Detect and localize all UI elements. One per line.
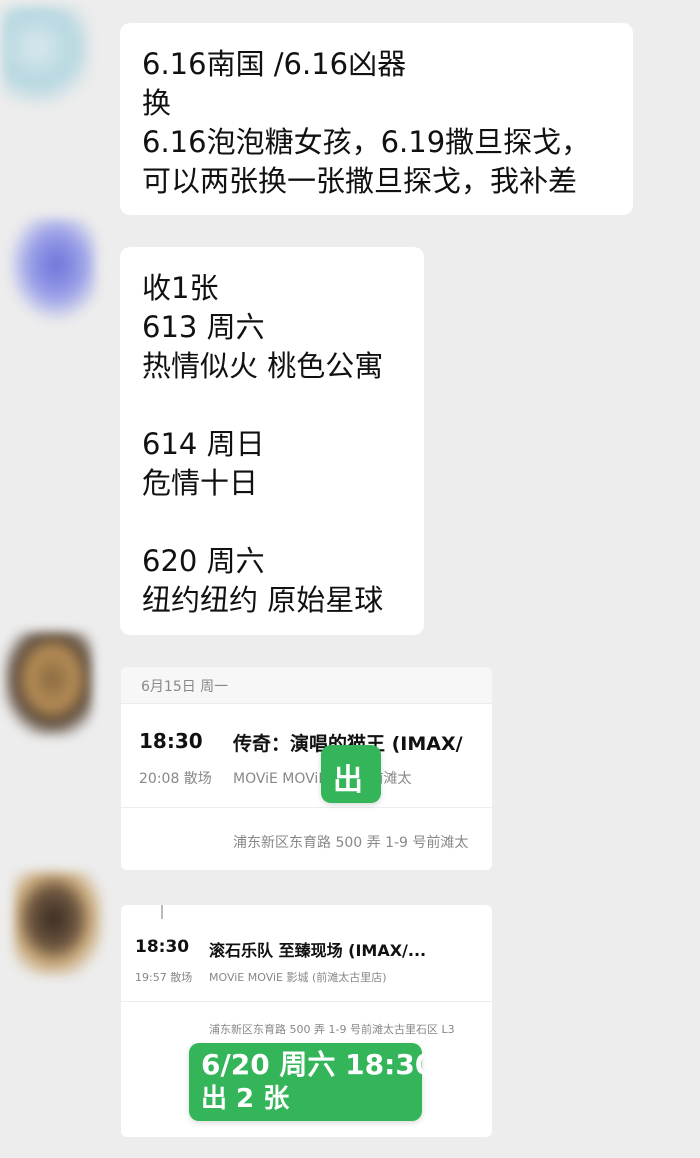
sell-tag-datetime: 6/20 周六 18:30 — [201, 1048, 435, 1081]
ticket-time: 18:30 — [135, 937, 190, 957]
avatar[interactable] — [8, 218, 96, 322]
avatar[interactable] — [4, 632, 92, 736]
ticket-cinema: MOViE MOViE 影城 (前滩太古里店) — [209, 971, 387, 984]
divider — [121, 1001, 492, 1002]
ticket-address: 浦东新区东育路 500 弄 1-9 号前滩太古里石区 L3 — [209, 1023, 455, 1036]
ticket-date-header: 6月15日 周一 — [121, 667, 492, 704]
avatar[interactable] — [2, 6, 90, 110]
ticket-time: 18:30 — [139, 729, 203, 753]
avatar[interactable] — [14, 872, 102, 976]
sell-tag-text: 出 — [333, 763, 363, 798]
message-text: 收1张 613 周六 热情似火 桃色公寓 614 周日 危情十日 620 周六 … — [142, 271, 384, 617]
message-bubble[interactable]: 6.16南国 /6.16凶器 换 6.16泡泡糖女孩，6.19撒旦探戈， 可以两… — [120, 23, 633, 215]
ticket-end-time: 20:08 散场 — [139, 771, 212, 787]
image-message-ticket[interactable]: 6月15日 周一 18:30 传奇：演唱的猫王 (IMAX/ 20:08 散场 … — [121, 667, 492, 870]
sell-tag: 6/20 周六 18:30 出 2 张 — [189, 1043, 434, 1121]
ticket-address: 浦东新区东育路 500 弄 1-9 号前滩太 — [233, 835, 469, 851]
ticket-end-time: 19:57 散场 — [135, 971, 193, 984]
divider — [121, 807, 492, 808]
sell-tag: 出 — [321, 745, 381, 803]
ticket-movie-title: 滚石乐队 至臻现场 (IMAX/... — [209, 941, 427, 960]
sell-tag-quantity: 出 2 张 — [201, 1084, 290, 1114]
divider — [161, 905, 163, 919]
message-text: 6.16南国 /6.16凶器 换 6.16泡泡糖女孩，6.19撒旦探戈， 可以两… — [142, 47, 591, 198]
ticket-date: 6月15日 周一 — [141, 679, 229, 695]
message-bubble[interactable]: 收1张 613 周六 热情似火 桃色公寓 614 周日 危情十日 620 周六 … — [120, 247, 424, 635]
